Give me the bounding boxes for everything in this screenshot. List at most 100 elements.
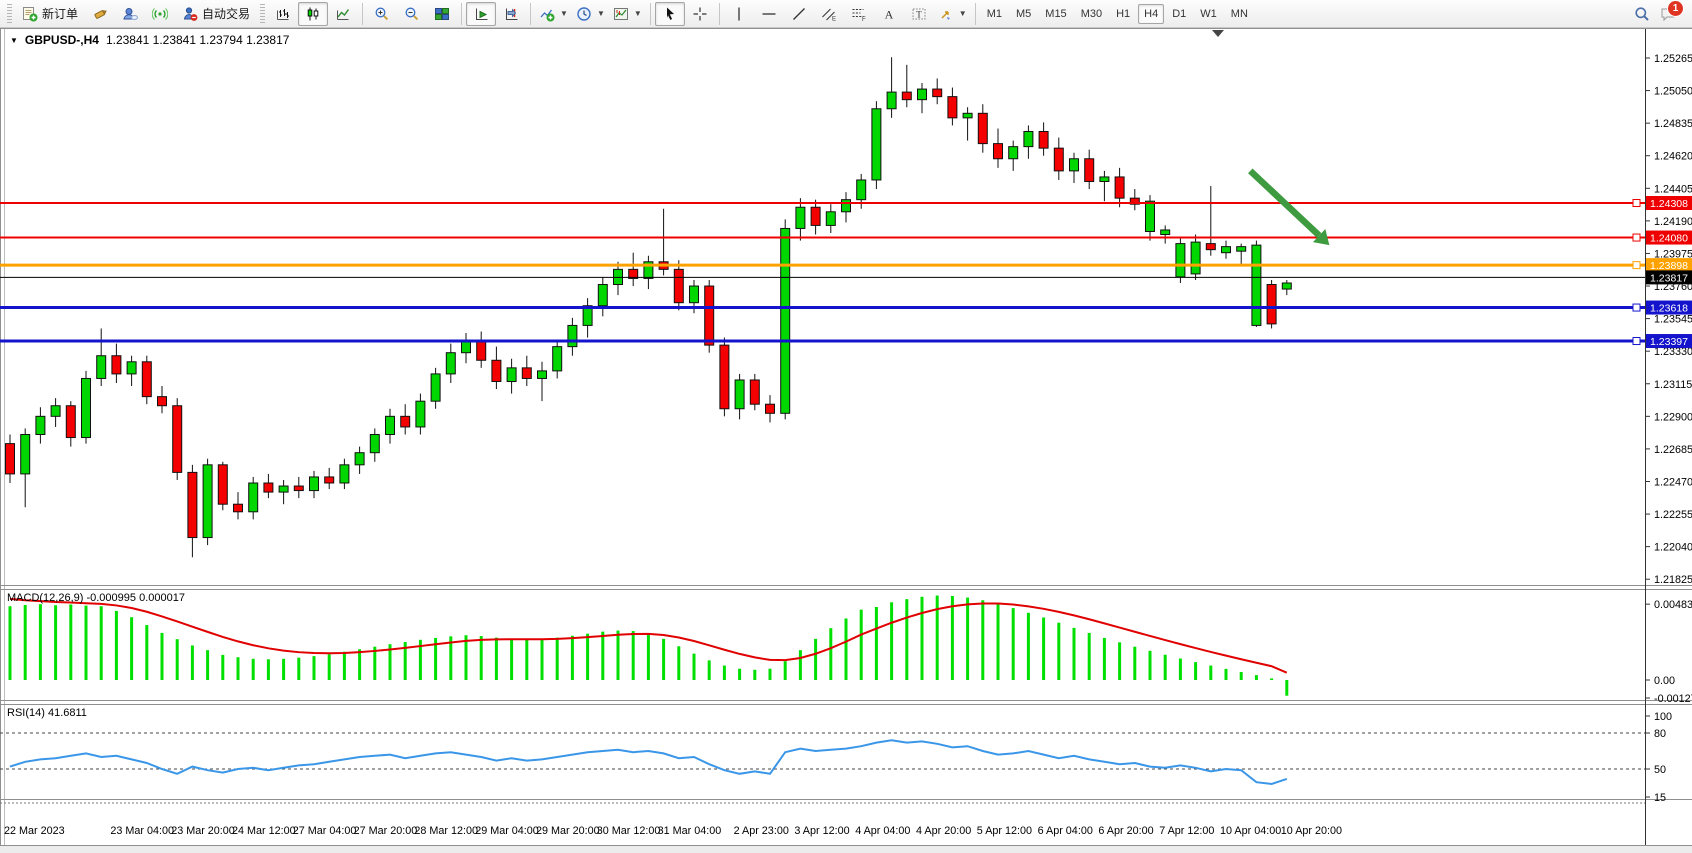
zoom-out-icon <box>404 6 420 22</box>
svg-text:30 Mar 12:00: 30 Mar 12:00 <box>597 825 661 837</box>
zoom-in-button[interactable] <box>367 2 397 26</box>
text-icon: A <box>881 6 897 22</box>
auto-trading-label: 自动交易 <box>202 5 250 22</box>
svg-text:29 Mar 04:00: 29 Mar 04:00 <box>475 825 539 837</box>
timeframe-button-M5[interactable]: M5 <box>1010 4 1037 24</box>
toolbar-right: 1 <box>1634 6 1688 22</box>
svg-text:50: 50 <box>1654 764 1666 776</box>
svg-text:A: A <box>884 7 893 21</box>
svg-text:80: 80 <box>1654 728 1666 740</box>
profile-icon <box>122 6 138 22</box>
cursor-icon <box>662 6 678 22</box>
timeframe-button-M30[interactable]: M30 <box>1075 4 1108 24</box>
svg-text:1.23115: 1.23115 <box>1654 379 1692 391</box>
toolbar-separator <box>975 3 976 25</box>
svg-text:1.22685: 1.22685 <box>1654 444 1692 456</box>
text-tool-button[interactable]: A <box>874 2 904 26</box>
svg-text:1.23545: 1.23545 <box>1654 314 1692 326</box>
svg-text:F: F <box>862 17 866 22</box>
svg-text:22 Mar 2023: 22 Mar 2023 <box>4 825 65 837</box>
toolbar-grip[interactable] <box>260 4 265 24</box>
svg-text:3 Apr 12:00: 3 Apr 12:00 <box>794 825 849 837</box>
rsi-label: RSI(14) 41.6811 <box>7 707 87 719</box>
timeframe-button-M15[interactable]: M15 <box>1039 4 1072 24</box>
profile-button[interactable] <box>115 2 145 26</box>
toolbar-separator <box>530 3 531 25</box>
indicators-dropdown-button[interactable]: ▼ <box>535 2 572 26</box>
symbol-period: GBPUSD-,H4 <box>25 33 99 47</box>
chart-shift-icon <box>503 6 519 22</box>
horizontal-line-icon <box>761 6 777 22</box>
svg-text:23 Mar 04:00: 23 Mar 04:00 <box>110 825 174 837</box>
search-icon[interactable] <box>1634 6 1650 22</box>
new-order-button[interactable]: 新订单 <box>15 2 85 26</box>
timeframe-button-H4[interactable]: H4 <box>1138 4 1164 24</box>
tile-windows-button[interactable] <box>427 2 457 26</box>
candlestick-chart-icon <box>305 6 321 22</box>
cursor-tool-button[interactable] <box>655 2 685 26</box>
timeframe-button-W1[interactable]: W1 <box>1194 4 1223 24</box>
signal-button[interactable] <box>145 2 175 26</box>
tile-windows-icon <box>434 6 450 22</box>
svg-text:10 Apr 04:00: 10 Apr 04:00 <box>1220 825 1281 837</box>
templates-dropdown-button[interactable]: ▼ <box>609 2 646 26</box>
text-label-tool-button[interactable]: T <box>904 2 934 26</box>
trendline-icon <box>791 6 807 22</box>
line-chart-icon <box>335 6 351 22</box>
svg-text:T: T <box>916 9 922 19</box>
fibonacci-icon: F <box>851 6 867 22</box>
svg-text:4 Apr 20:00: 4 Apr 20:00 <box>916 825 971 837</box>
dropdown-caret-icon: ▼ <box>560 9 568 18</box>
toolbar-separator <box>461 3 462 25</box>
timeframe-button-D1[interactable]: D1 <box>1166 4 1192 24</box>
svg-text:24 Mar 12:00: 24 Mar 12:00 <box>232 825 296 837</box>
svg-text:1.23817: 1.23817 <box>1650 272 1688 284</box>
new-order-label: 新订单 <box>42 5 78 22</box>
notifications-button[interactable]: 1 <box>1660 6 1676 22</box>
chart-canvas[interactable]: 1.252651.250501.248351.246201.244051.241… <box>0 28 1692 853</box>
dropdown-caret-icon: ▼ <box>634 9 642 18</box>
svg-text:4 Apr 04:00: 4 Apr 04:00 <box>855 825 910 837</box>
toolbar-grip[interactable] <box>7 4 12 24</box>
equidistant-channel-tool-button[interactable]: E <box>814 2 844 26</box>
fibonacci-tool-button[interactable]: F <box>844 2 874 26</box>
toolbar-separator <box>650 3 651 25</box>
svg-text:1.23898: 1.23898 <box>1650 260 1688 272</box>
trendline-tool-button[interactable] <box>784 2 814 26</box>
symbol-menu-caret-icon[interactable]: ▼ <box>10 36 18 45</box>
chart-line-button[interactable] <box>328 2 358 26</box>
vertical-line-tool-button[interactable] <box>724 2 754 26</box>
chart-shift-button[interactable] <box>496 2 526 26</box>
arrows-dropdown-button[interactable]: ▼ <box>934 2 971 26</box>
crosshair-icon <box>692 6 708 22</box>
timeframe-button-H1[interactable]: H1 <box>1110 4 1136 24</box>
svg-text:5 Apr 12:00: 5 Apr 12:00 <box>977 825 1032 837</box>
chart-candles-button[interactable] <box>298 2 328 26</box>
svg-text:0.00: 0.00 <box>1654 675 1675 687</box>
svg-text:1.24080: 1.24080 <box>1650 233 1688 245</box>
timeframe-button-MN[interactable]: MN <box>1225 4 1254 24</box>
chart-title[interactable]: ▼ GBPUSD-,H4 1.23841 1.23841 1.23794 1.2… <box>10 33 289 47</box>
timeframe-button-M1[interactable]: M1 <box>981 4 1008 24</box>
zoom-out-button[interactable] <box>397 2 427 26</box>
svg-text:1.23618: 1.23618 <box>1650 303 1688 315</box>
svg-text:28 Mar 12:00: 28 Mar 12:00 <box>414 825 478 837</box>
styler-crayon-icon <box>92 6 108 22</box>
vertical-line-icon <box>731 6 747 22</box>
auto-scroll-button[interactable] <box>466 2 496 26</box>
svg-text:2 Apr 23:00: 2 Apr 23:00 <box>734 825 789 837</box>
auto-trading-button[interactable]: 自动交易 <box>175 2 257 26</box>
styler-button[interactable] <box>85 2 115 26</box>
bar-chart-icon <box>275 6 291 22</box>
crosshair-tool-button[interactable] <box>685 2 715 26</box>
dropdown-caret-icon: ▼ <box>597 9 605 18</box>
chart-bars-button[interactable] <box>268 2 298 26</box>
horizontal-line-tool-button[interactable] <box>754 2 784 26</box>
signal-icon <box>152 6 168 22</box>
svg-text:1.23397: 1.23397 <box>1650 336 1688 348</box>
dropdown-caret-icon: ▼ <box>959 9 967 18</box>
svg-text:27 Mar 04:00: 27 Mar 04:00 <box>293 825 357 837</box>
svg-text:6 Apr 20:00: 6 Apr 20:00 <box>1098 825 1153 837</box>
svg-text:0.004831: 0.004831 <box>1654 599 1692 611</box>
periods-dropdown-button[interactable]: ▼ <box>572 2 609 26</box>
